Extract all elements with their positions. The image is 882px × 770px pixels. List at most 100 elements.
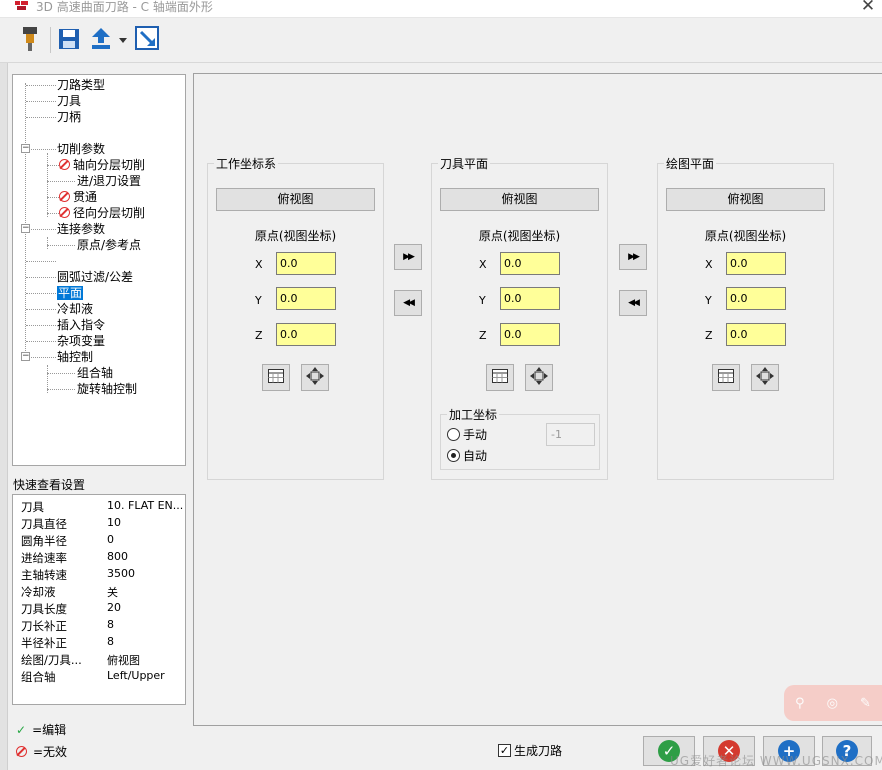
tool-select-origin-button[interactable] bbox=[525, 364, 553, 391]
manual-radio[interactable]: 手动 bbox=[447, 426, 487, 443]
dropdown-arrow-icon bbox=[119, 33, 127, 47]
tree-item-home-ref-point[interactable]: 原点/参考点 bbox=[77, 237, 141, 253]
toolbar bbox=[0, 19, 882, 63]
work-view-button[interactable]: 俯视图 bbox=[216, 188, 375, 211]
tree-item-break-through[interactable]: 贯通 bbox=[59, 189, 97, 205]
tree-connector bbox=[47, 153, 48, 217]
tool-origin-z-input[interactable]: 0.0 bbox=[500, 323, 560, 346]
tool-select-plane-button[interactable] bbox=[486, 364, 514, 391]
tree-item-label: 杂项变量 bbox=[57, 334, 106, 348]
quick-view-value: 0 bbox=[107, 533, 114, 546]
quick-view-panel: 刀具 10. FLAT EN... 刀具直径 10 圆角半径 0 进给速率 800 主轴… bbox=[12, 494, 186, 705]
copy-tool-to-draw-button[interactable]: ▶▶ bbox=[619, 244, 647, 270]
app-logo-icon bbox=[14, 0, 30, 14]
close-button[interactable]: ✕ bbox=[856, 0, 880, 16]
tree-item-label: 旋转轴控制 bbox=[77, 382, 138, 396]
tree-item-toolpath-type[interactable]: 刀路类型 bbox=[57, 77, 105, 93]
export-button[interactable] bbox=[88, 25, 114, 55]
tree-connector bbox=[47, 181, 75, 182]
tree-item-rotary-axis-control[interactable]: 旋转轴控制 bbox=[77, 381, 137, 397]
work-origin-y-input[interactable]: 0.0 bbox=[276, 287, 336, 310]
save-icon bbox=[58, 28, 80, 53]
tree-item-label: 平面 bbox=[57, 286, 84, 300]
quick-view-row: 绘图/刀具... 俯视图 bbox=[21, 652, 181, 669]
tree-item-radial-cuts[interactable]: 径向分层切削 bbox=[59, 205, 145, 221]
work-select-plane-button[interactable] bbox=[262, 364, 290, 391]
save-button[interactable] bbox=[56, 25, 82, 55]
copy-draw-to-tool-button[interactable]: ◀◀ bbox=[619, 290, 647, 316]
quick-view-row: 刀具 10. FLAT EN... bbox=[21, 499, 183, 516]
feather-icon[interactable]: ✎ bbox=[860, 696, 871, 711]
move-arrows-icon bbox=[306, 367, 324, 388]
draw-select-plane-button[interactable] bbox=[712, 364, 740, 391]
tool-origin-y-input[interactable]: 0.0 bbox=[500, 287, 560, 310]
draw-view-button[interactable]: 俯视图 bbox=[666, 188, 825, 211]
draw-select-origin-button[interactable] bbox=[751, 364, 779, 391]
tree-item-axis-control[interactable]: 轴控制 bbox=[57, 349, 93, 365]
tool-x-label: X bbox=[479, 258, 487, 271]
tool-plane-group: 刀具平面 俯视图 原点(视图坐标) X 0.0 Y 0.0 Z 0.0 加工坐标… bbox=[431, 155, 608, 480]
auto-radio[interactable]: 自动 bbox=[447, 447, 487, 464]
draw-origin-y-input[interactable]: 0.0 bbox=[726, 287, 786, 310]
tree-connector bbox=[26, 261, 56, 262]
draw-origin-label: 原点(视图坐标) bbox=[704, 229, 787, 243]
tree-item-label: 贯通 bbox=[73, 190, 98, 204]
tree-item-axis-combination[interactable]: 组合轴 bbox=[77, 365, 113, 381]
legend-edit-label: =编辑 bbox=[32, 723, 67, 737]
tree-connector bbox=[31, 229, 56, 230]
quick-view-value: 8 bbox=[107, 635, 114, 648]
generate-toolpath-checkbox[interactable]: ✓ 生成刀路 bbox=[498, 742, 562, 759]
quick-view-key: 半径补正 bbox=[21, 636, 67, 650]
window-title: 3D 高速曲面刀路 - C 轴端面外形 bbox=[36, 0, 213, 14]
tree-connector bbox=[26, 277, 56, 278]
tree-item-linking-params[interactable]: 连接参数 bbox=[57, 221, 105, 237]
tree-item-holder[interactable]: 刀柄 bbox=[57, 109, 81, 125]
export-dropdown-button[interactable] bbox=[116, 25, 130, 55]
quick-view-value: 10 bbox=[107, 516, 121, 529]
copy-tool-to-work-button[interactable]: ◀◀ bbox=[394, 290, 422, 316]
copy-work-to-tool-button[interactable]: ▶▶ bbox=[394, 244, 422, 270]
work-origin-x-input[interactable]: 0.0 bbox=[276, 252, 336, 275]
tool-icon bbox=[20, 25, 40, 56]
floating-tool-widget[interactable]: ⚲ ◎ ✎ bbox=[784, 685, 882, 721]
draw-origin-z-input[interactable]: 0.0 bbox=[726, 323, 786, 346]
quick-view-value: 8 bbox=[107, 618, 114, 631]
quick-view-value: 800 bbox=[107, 550, 128, 563]
tree-item-planes[interactable]: 平面 bbox=[57, 285, 84, 301]
quick-view-title: 快速查看设置 bbox=[13, 478, 86, 492]
work-select-origin-button[interactable] bbox=[301, 364, 329, 391]
tree-item-cut-params[interactable]: 切削参数 bbox=[57, 141, 105, 157]
tree-item-axial-depth-cuts[interactable]: 轴向分层切削 bbox=[59, 157, 145, 173]
tool-origin-x-input[interactable]: 0.0 bbox=[500, 252, 560, 275]
draw-z-label: Z bbox=[705, 329, 713, 342]
tree-item-lead-in-out[interactable]: 进/退刀设置 bbox=[77, 173, 141, 189]
tree-item-label: 径向分层切削 bbox=[73, 206, 146, 220]
collapse-toggle-cut-params[interactable]: − bbox=[21, 144, 30, 153]
tree-item-misc-values[interactable]: 杂项变量 bbox=[57, 333, 105, 349]
tree-connector bbox=[26, 309, 56, 310]
tool-button[interactable] bbox=[16, 25, 44, 55]
quick-view-key: 绘图/刀具... bbox=[21, 653, 82, 667]
tree-item-arc-filter[interactable]: 圆弧过滤/公差 bbox=[57, 269, 133, 285]
tree-item-canned-text[interactable]: 插入指令 bbox=[57, 317, 105, 333]
minimize-dialog-button[interactable] bbox=[134, 25, 162, 55]
collapse-toggle-axis-control[interactable]: − bbox=[21, 352, 30, 361]
invalid-icon bbox=[16, 746, 27, 757]
tree-item-tool[interactable]: 刀具 bbox=[57, 93, 81, 109]
tree-connector bbox=[31, 357, 56, 358]
quick-view-row: 刀具直径 10 bbox=[21, 516, 181, 533]
chat-icon[interactable]: ◎ bbox=[827, 696, 838, 711]
machining-coords-title: 加工坐标 bbox=[447, 406, 500, 423]
tree-connector bbox=[47, 237, 48, 249]
search-icon[interactable]: ⚲ bbox=[795, 696, 805, 711]
tree-connector bbox=[47, 389, 75, 390]
tree-item-coolant[interactable]: 冷却液 bbox=[57, 301, 93, 317]
tree-connector bbox=[47, 165, 59, 166]
collapse-toggle-linking[interactable]: − bbox=[21, 224, 30, 233]
quick-view-row: 主轴转速 3500 bbox=[21, 567, 181, 584]
work-origin-z-input[interactable]: 0.0 bbox=[276, 323, 336, 346]
quick-view-key: 刀具直径 bbox=[21, 517, 67, 531]
draw-origin-x-input[interactable]: 0.0 bbox=[726, 252, 786, 275]
tree-item-label: 轴向分层切削 bbox=[73, 158, 146, 172]
tool-view-button[interactable]: 俯视图 bbox=[440, 188, 599, 211]
